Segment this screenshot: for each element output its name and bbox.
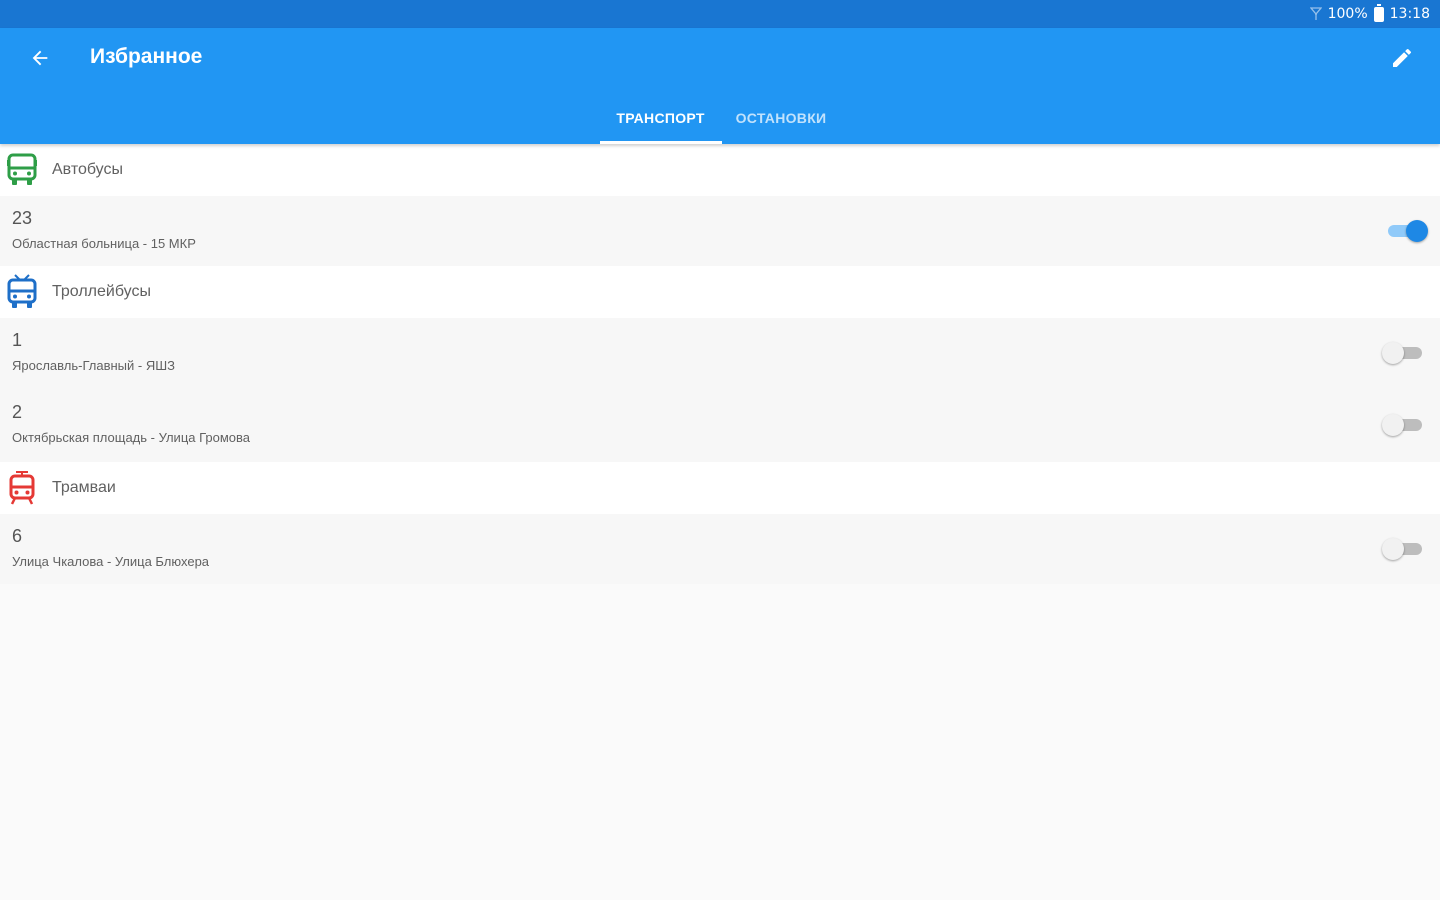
tab-bar: ТРАНСПОРТ ОСТАНОВКИ: [0, 96, 1440, 144]
section-label-trolleybuses: Троллейбусы: [52, 283, 151, 300]
battery-percent: 100%: [1327, 6, 1368, 22]
route-number: 6: [12, 526, 23, 546]
status-bar: 100% 13:18: [0, 0, 1440, 28]
route-row-2[interactable]: 2 Октябрьская площадь - Улица Громова: [0, 390, 1440, 462]
page-title: Избранное: [90, 45, 203, 68]
route-number: 2: [12, 402, 23, 422]
route-name: Областная больница - 15 МКР: [12, 236, 196, 251]
route-name: Октябрьская площадь - Улица Громова: [12, 430, 251, 445]
toggle-thumb: [1382, 342, 1404, 364]
clock: 13:18: [1389, 6, 1430, 22]
route-toggle-2[interactable]: [1382, 414, 1424, 436]
favorites-list: Автобусы 23 Областная больница - 15 МКР …: [0, 144, 1440, 584]
route-row-6[interactable]: 6 Улица Чкалова - Улица Блюхера: [0, 514, 1440, 584]
route-number: 23: [12, 208, 33, 228]
section-header-buses: Автобусы: [0, 144, 1440, 196]
app-bar: Избранное ТРАНСПОРТ ОСТАНОВКИ: [0, 28, 1440, 144]
back-button[interactable]: [20, 40, 60, 80]
bus-icon: [6, 152, 38, 188]
toggle-thumb: [1406, 220, 1428, 242]
section-header-trolleybuses: Троллейбусы: [0, 266, 1440, 318]
trolleybus-icon: [6, 274, 38, 310]
route-toggle-23[interactable]: [1386, 220, 1428, 242]
section-label-buses: Автобусы: [52, 161, 123, 178]
section-label-trams: Трамваи: [52, 479, 116, 496]
route-number: 1: [12, 330, 23, 350]
route-row-23[interactable]: 23 Областная больница - 15 МКР: [0, 196, 1440, 266]
route-row-1[interactable]: 1 Ярославль-Главный - ЯШЗ: [0, 318, 1440, 390]
arrow-back-icon: [29, 47, 51, 73]
route-name: Улица Чкалова - Улица Блюхера: [12, 554, 210, 569]
route-toggle-6[interactable]: [1382, 538, 1424, 560]
route-toggle-1[interactable]: [1382, 342, 1424, 364]
toggle-thumb: [1382, 538, 1404, 560]
tram-icon: [6, 470, 38, 506]
battery-icon: [1373, 3, 1384, 22]
tab-transport[interactable]: ТРАНСПОРТ: [599, 96, 722, 144]
edit-button[interactable]: [1382, 40, 1422, 80]
signal-icon: [1309, 7, 1322, 21]
tab-stops[interactable]: ОСТАНОВКИ: [722, 96, 841, 144]
section-header-trams: Трамваи: [0, 462, 1440, 514]
route-name: Ярославль-Главный - ЯШЗ: [12, 358, 175, 373]
pencil-icon: [1390, 46, 1414, 74]
toggle-thumb: [1382, 414, 1404, 436]
